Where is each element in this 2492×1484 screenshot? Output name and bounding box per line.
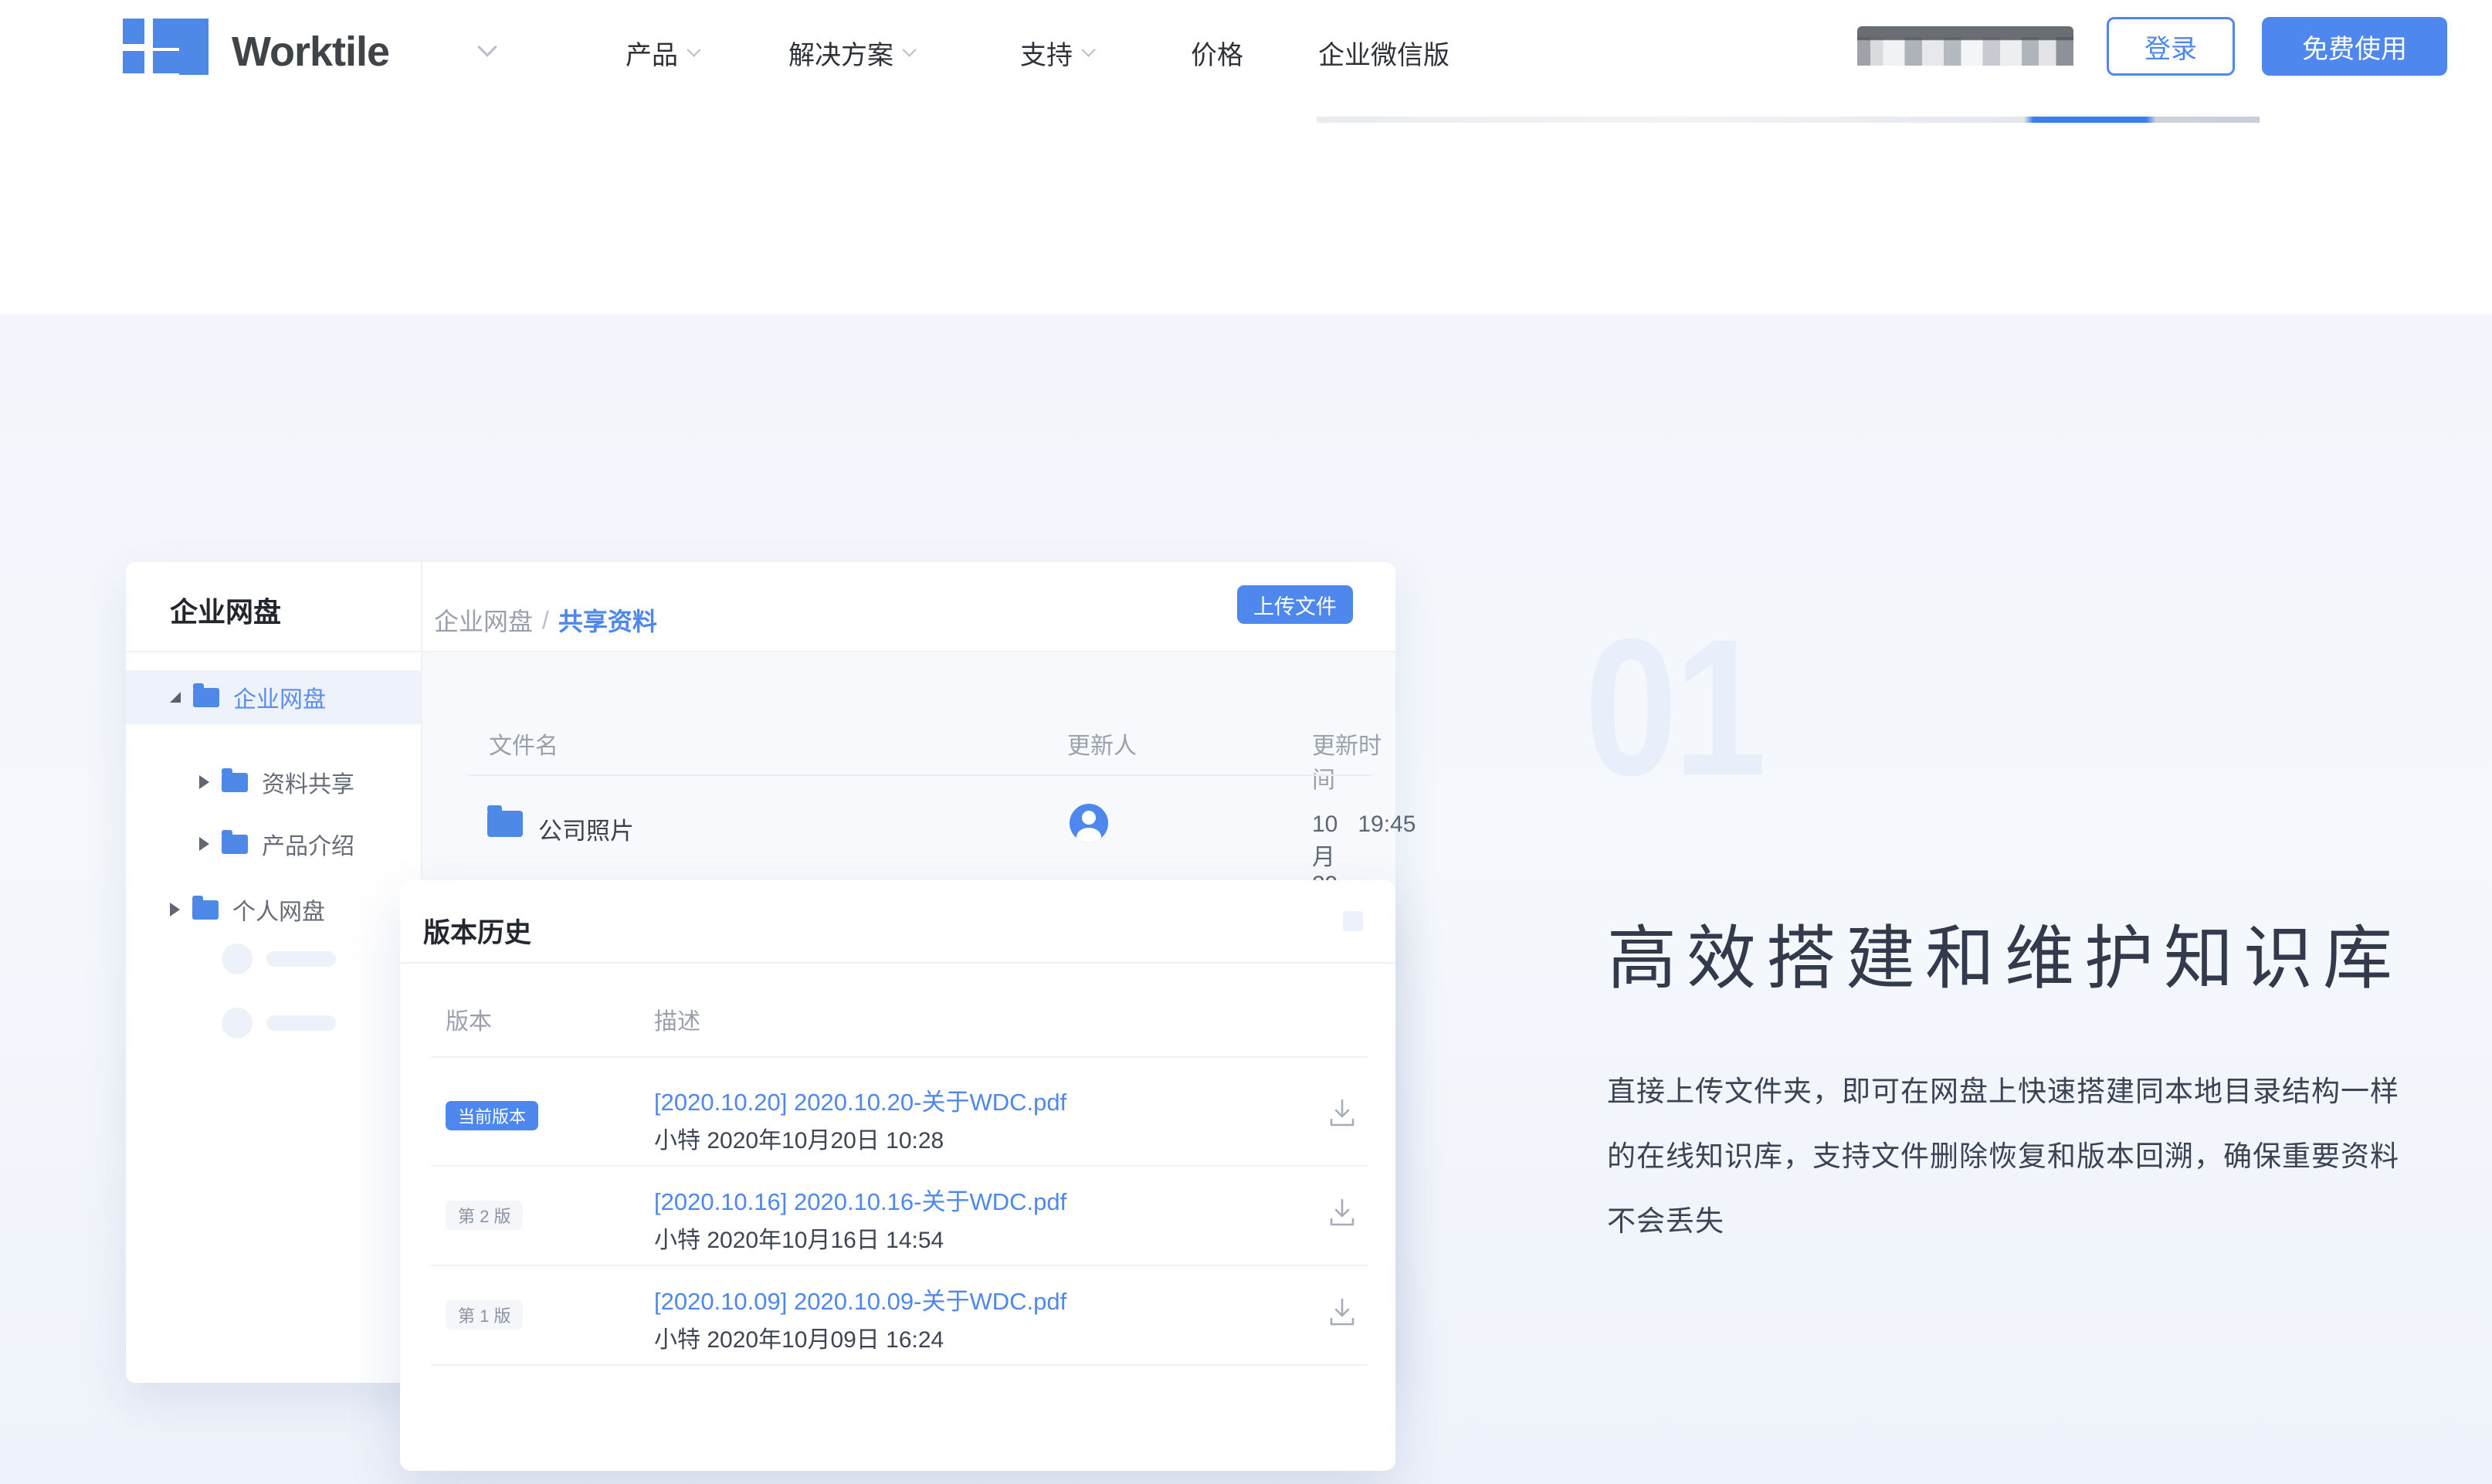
breadcrumb: 企业网盘 / 共享资料: [434, 602, 657, 638]
top-navbar: Worktile 产品 解决方案 支持 价格 企业微信版 登录 免费使用: [0, 0, 2492, 116]
divider: [400, 962, 1395, 964]
column-header-updater: 更新人: [1067, 727, 1137, 761]
tree-item-label: 企业网盘: [233, 680, 326, 714]
sidebar-title: 企业网盘: [170, 590, 281, 630]
nav-item-pricing[interactable]: 价格: [1191, 34, 1243, 72]
feature-description-line: 的在线知识库，支持文件删除恢复和版本回溯，确保重要资料: [1607, 1124, 2492, 1189]
file-name[interactable]: 公司照片: [538, 811, 634, 846]
version-file-link[interactable]: [2020.10.16] 2020.10.16-关于WDC.pdf: [654, 1182, 1066, 1217]
skeleton-list-item: [222, 944, 336, 974]
skeleton-avatar: [222, 944, 253, 974]
caret-collapsed-icon[interactable]: [170, 903, 180, 916]
feature-description: 直接上传文件夹，即可在网盘上快速搭建同本地目录结构一样 的在线知识库，支持文件删…: [1607, 1059, 2492, 1254]
nav-item-wechat-work[interactable]: 企业微信版: [1318, 34, 1449, 72]
tree-item-label: 资料共享: [262, 765, 354, 799]
download-icon[interactable]: [1326, 1196, 1358, 1228]
version-meta: 小特 2020年10月20日 10:28: [654, 1121, 944, 1155]
modal-corner-icon[interactable]: [1343, 911, 1363, 931]
tree-item-personal-drive[interactable]: 个人网盘: [126, 883, 421, 937]
chevron-down-icon: [687, 42, 700, 56]
feature-description-line: 不会丢失: [1607, 1189, 2492, 1254]
worktile-landing-page: Worktile 产品 解决方案 支持 价格 企业微信版 登录 免费使用 01: [0, 0, 2492, 1484]
version-badge: 第 2 版: [446, 1201, 523, 1230]
modal-title: 版本历史: [423, 911, 531, 950]
folder-icon: [487, 811, 523, 837]
nav-item-products[interactable]: 产品: [626, 34, 699, 72]
version-history-modal: 版本历史 版本 描述 当前版本 [2020.10.20] 2020.10.20-…: [400, 880, 1395, 1471]
breadcrumb-current: 共享资料: [558, 602, 657, 638]
login-button[interactable]: 登录: [2107, 17, 2235, 76]
chevron-down-icon: [902, 42, 916, 56]
download-icon[interactable]: [1326, 1296, 1358, 1328]
version-row: 当前版本 [2020.10.20] 2020.10.20-关于WDC.pdf 小…: [400, 1066, 1395, 1164]
version-row: 第 2 版 [2020.10.16] 2020.10.16-关于WDC.pdf …: [400, 1165, 1395, 1264]
version-meta: 小特 2020年10月09日 16:24: [654, 1320, 944, 1354]
folder-icon: [192, 900, 219, 920]
tree-item-enterprise-drive[interactable]: 企业网盘: [126, 670, 421, 724]
download-icon[interactable]: [1326, 1096, 1358, 1129]
chevron-down-icon: [1081, 42, 1095, 56]
version-file-link[interactable]: [2020.10.09] 2020.10.09-关于WDC.pdf: [654, 1282, 1066, 1316]
upload-file-button[interactable]: 上传文件: [1237, 585, 1353, 624]
clipped-hero-edge: [1317, 117, 2260, 123]
version-row: 第 1 版 [2020.10.09] 2020.10.09-关于WDC.pdf …: [400, 1265, 1395, 1364]
nav-item-solutions[interactable]: 解决方案: [788, 34, 914, 72]
masked-phone-number: [1857, 26, 2073, 74]
tree-item-product-intro[interactable]: 产品介绍: [126, 817, 421, 871]
brand-wordmark[interactable]: Worktile: [232, 28, 389, 76]
feature-title: 高效搭建和维护知识库: [1607, 902, 2402, 1002]
breadcrumb-root[interactable]: 企业网盘: [434, 602, 533, 638]
skeleton-list-item: [222, 1008, 336, 1038]
feature-index-watermark: 01: [1585, 596, 1763, 819]
nav-item-label: 支持: [1020, 34, 1073, 72]
caret-collapsed-icon[interactable]: [199, 837, 209, 851]
skeleton-text-bar: [266, 951, 336, 967]
version-badge: 第 1 版: [446, 1300, 523, 1330]
nav-item-label: 价格: [1191, 34, 1243, 72]
folder-icon: [222, 835, 248, 854]
tree-item-label: 产品介绍: [262, 827, 354, 861]
skeleton-text-bar: [266, 1015, 336, 1031]
nav-item-support[interactable]: 支持: [1020, 34, 1093, 72]
tree-item-shared-docs[interactable]: 资料共享: [126, 755, 421, 809]
version-file-link[interactable]: [2020.10.20] 2020.10.20-关于WDC.pdf: [654, 1083, 1066, 1117]
nav-item-label: 产品: [626, 34, 678, 72]
divider: [431, 1364, 1368, 1366]
breadcrumb-separator: /: [542, 606, 549, 635]
updater-avatar: [1070, 804, 1108, 842]
folder-icon: [193, 688, 219, 707]
caret-expanded-icon[interactable]: [170, 692, 181, 703]
table-row[interactable]: 公司照片 10月29日 19:45: [422, 776, 1395, 892]
skeleton-avatar: [222, 1008, 253, 1038]
brand-chevron-down-icon[interactable]: [480, 40, 494, 58]
feature-description-line: 直接上传文件夹，即可在网盘上快速搭建同本地目录结构一样: [1607, 1059, 2492, 1124]
folder-icon: [222, 773, 248, 792]
column-header-version: 版本: [446, 1002, 492, 1036]
version-meta: 小特 2020年10月16日 14:54: [654, 1221, 944, 1255]
worktile-logo-icon[interactable]: [123, 19, 209, 75]
column-header-description: 描述: [654, 1002, 700, 1036]
tree-item-label: 个人网盘: [232, 893, 325, 927]
column-header-filename: 文件名: [489, 727, 558, 761]
version-badge-current: 当前版本: [446, 1101, 538, 1130]
caret-collapsed-icon[interactable]: [199, 775, 209, 789]
nav-item-label: 解决方案: [788, 34, 893, 72]
signup-button[interactable]: 免费使用: [2262, 17, 2447, 76]
nav-item-label: 企业微信版: [1318, 34, 1449, 72]
divider: [431, 1056, 1368, 1058]
